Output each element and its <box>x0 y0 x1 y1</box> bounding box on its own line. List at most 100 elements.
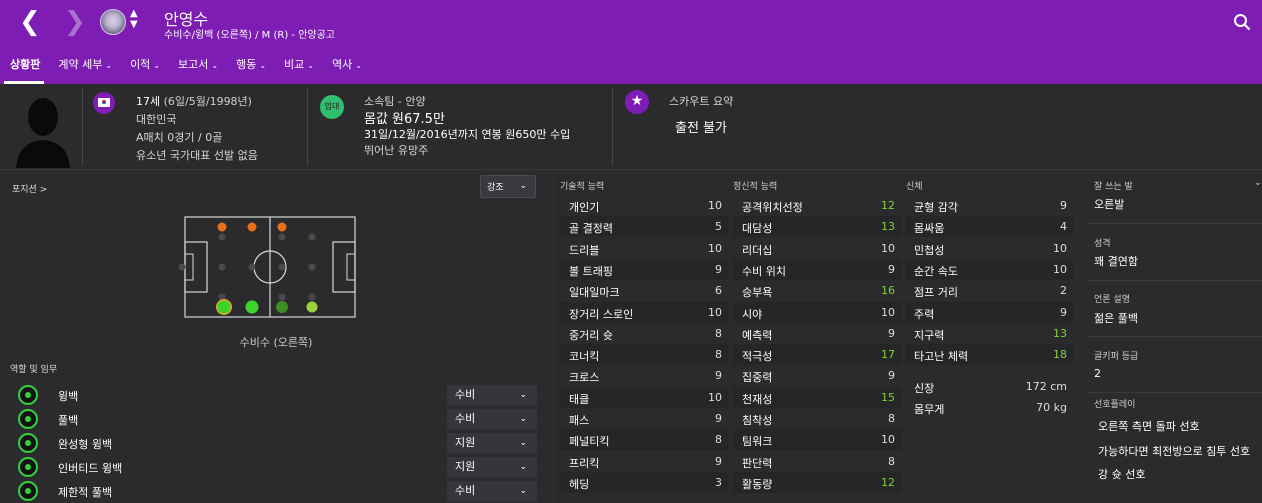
youth-caps-text: 유소년 국가대표 선발 없음 <box>136 149 258 162</box>
chevron-down-icon: ⌄ <box>355 61 362 70</box>
attribute-value: 9 <box>715 369 722 383</box>
reputation-text: 뛰어난 유망주 <box>364 144 429 157</box>
emphasis-dropdown[interactable]: 강조 ⌄ <box>480 175 536 198</box>
attribute-name: 골 결정력 <box>569 222 613 236</box>
tab-history[interactable]: 역사 ⌄ <box>322 56 370 84</box>
attribute-name: 중거리 슛 <box>569 328 613 342</box>
preferred-move: 강 슛 선호 <box>1098 468 1146 481</box>
attribute-name: 패스 <box>569 414 590 427</box>
tab-reports[interactable]: 보고서 ⌄ <box>168 56 226 84</box>
attribute-name: 천재성 <box>742 392 773 406</box>
mental-header: 정신적 능력 <box>733 182 778 192</box>
attribute-name: 태클 <box>569 392 590 406</box>
attribute-row: 순간 속도 10 <box>905 258 1073 280</box>
role-row[interactable]: 제한적 풀백 수비 ⌄ <box>0 479 552 503</box>
attribute-value: 10 <box>708 199 722 212</box>
attribute-row: 시야 10 <box>733 301 901 323</box>
attribute-name: 리더십 <box>742 243 773 257</box>
attribute-value: 9 <box>1060 305 1067 319</box>
attribute-value: 8 <box>888 412 895 425</box>
preferred-moves-label: 선호플레이 <box>1094 400 1136 410</box>
attribute-value: 10 <box>708 305 722 319</box>
tab-transfer[interactable]: 이적 ⌄ <box>120 56 168 84</box>
duty-dropdown[interactable]: 수비 ⌄ <box>447 385 537 405</box>
divider <box>1088 336 1262 337</box>
positions-link[interactable]: 포지션 > <box>12 182 47 195</box>
attribute-name: 공격위치선정 <box>742 201 803 214</box>
attribute-value: 9 <box>715 262 722 276</box>
attribute-row: 페널티킥 8 <box>560 429 728 451</box>
divider <box>1088 223 1262 224</box>
loan-badge: 임대 <box>320 95 344 119</box>
chevron-down-icon[interactable]: ⌄ <box>1254 178 1262 188</box>
attribute-value: 13 <box>1053 326 1067 340</box>
chevron-down-icon: ⌄ <box>307 61 314 70</box>
attribute-value: 12 <box>881 475 895 489</box>
attribute-name: 예측력 <box>742 328 773 342</box>
tab-contract[interactable]: 계약 세부 ⌄ <box>48 56 120 84</box>
weight-value: 70 kg <box>1036 401 1067 414</box>
attributes-panel: 기술적 능력 정신적 능력 신체 개인기 10 골 결정력 5 드리블 10 볼 트래핑 9 일… <box>556 172 1086 503</box>
role-row[interactable]: 풀백 수비 ⌄ <box>0 407 552 431</box>
tab-actions[interactable]: 행동 ⌄ <box>226 56 274 84</box>
attribute-value: 10 <box>881 241 895 255</box>
duty-dropdown[interactable]: 수비 ⌄ <box>447 409 537 429</box>
back-icon[interactable]: ❮ <box>19 9 41 35</box>
attribute-name: 시야 <box>742 307 763 321</box>
chevron-down-icon: ⌄ <box>519 390 527 400</box>
attribute-row: 예측력 9 <box>733 323 901 344</box>
attribute-row: 몸싸움 4 <box>905 216 1073 238</box>
chevron-down-icon: ⌄ <box>519 486 527 496</box>
attribute-value: 12 <box>881 199 895 212</box>
attribute-value: 10 <box>708 390 722 404</box>
attribute-value: 13 <box>881 220 895 234</box>
caps-text: A매치 0경기 / 0골 <box>136 131 223 144</box>
attribute-value: 9 <box>888 326 895 340</box>
search-icon[interactable] <box>1233 13 1251 31</box>
attribute-name: 지구력 <box>914 328 945 342</box>
attribute-row: 주력 9 <box>905 301 1073 323</box>
chevron-down-icon: ⌄ <box>153 61 161 70</box>
chevron-down-icon: ⌄ <box>105 61 113 70</box>
attribute-value: 8 <box>715 348 722 362</box>
role-row[interactable]: 완성형 윙백 지원 ⌄ <box>0 431 552 455</box>
foot-value: 오른발 <box>1094 198 1125 211</box>
attribute-value: 10 <box>708 241 722 255</box>
chevron-down-icon: ⌄ <box>259 61 267 70</box>
role-name: 윙백 <box>58 390 79 403</box>
attribute-row: 적극성 17 <box>733 344 901 366</box>
duty-dropdown[interactable]: 지원 ⌄ <box>447 457 537 477</box>
attribute-row: 승부욕 16 <box>733 280 901 301</box>
role-row[interactable]: 윙백 수비 ⌄ <box>0 383 552 407</box>
attribute-name: 헤딩 <box>569 477 590 491</box>
personality-value: 꽤 결연함 <box>1094 255 1138 268</box>
attribute-name: 페널티킥 <box>569 435 610 449</box>
attribute-value: 16 <box>881 284 895 298</box>
attribute-row: 코너킥 8 <box>560 344 728 366</box>
attribute-name: 프리킥 <box>569 456 600 470</box>
attribute-name: 대담성 <box>742 222 773 236</box>
attribute-row: 활동량 12 <box>733 471 901 493</box>
duty-dropdown[interactable]: 수비 ⌄ <box>447 481 537 501</box>
profile-panel: 잘 쓰는 발 ⌄ 오른발 성격 꽤 결연함 언론 설명 젊은 풀백 골키퍼 등급… <box>1088 172 1262 503</box>
divider <box>307 88 308 166</box>
position-caption: 수비수 (오른쪽) <box>239 336 313 349</box>
tab-compare[interactable]: 비교 ⌄ <box>274 56 322 84</box>
tab-overview[interactable]: 상황판 <box>0 56 48 84</box>
club-text[interactable]: 소속팀 - 안양 <box>364 93 426 109</box>
preferred-move: 오른쪽 측면 돌파 선호 <box>1098 420 1200 433</box>
attribute-name: 판단력 <box>742 456 773 470</box>
attribute-row: 패스 9 <box>560 408 728 429</box>
club-crest-icon[interactable] <box>100 9 126 35</box>
attribute-value: 8 <box>715 326 722 340</box>
attribute-row: 천재성 15 <box>733 386 901 408</box>
duty-dropdown[interactable]: 지원 ⌄ <box>447 433 537 453</box>
switch-player-icon[interactable]: ▲ ▼ <box>130 8 138 30</box>
attribute-name: 적극성 <box>742 350 773 364</box>
role-name: 완성형 윙백 <box>58 438 113 451</box>
roles-label: 역할 및 임무 <box>10 365 58 375</box>
forward-icon[interactable]: ❯ <box>64 9 86 35</box>
role-row[interactable]: 인버티드 윙백 지원 ⌄ <box>0 455 552 479</box>
attribute-value: 3 <box>715 475 722 489</box>
role-rating-icon <box>18 457 38 477</box>
